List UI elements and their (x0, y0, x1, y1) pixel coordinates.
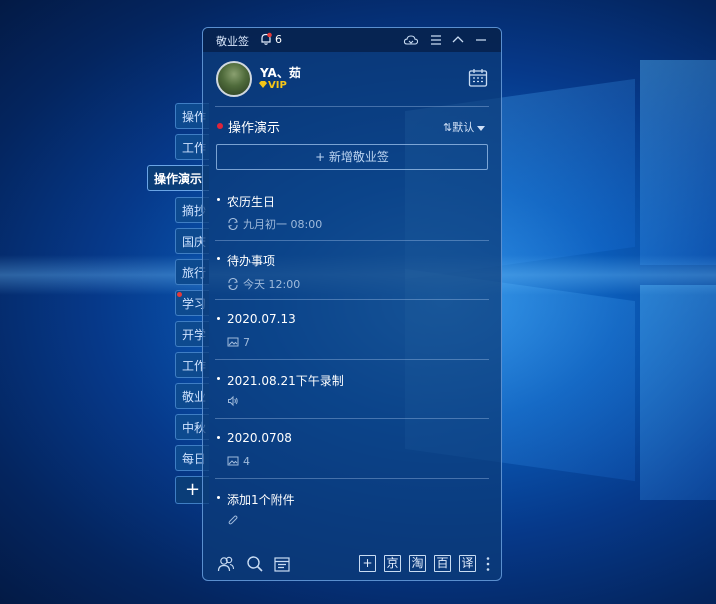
side-tab-active[interactable]: 操作演示 (147, 165, 209, 191)
image-icon (227, 337, 239, 347)
note-meta-2-text: 今天 12:00 (243, 278, 301, 291)
add-plugin-button[interactable]: + (359, 555, 376, 572)
note-title-2[interactable]: 待办事项 (227, 252, 275, 269)
baidu-shortcut-button[interactable]: 百 (434, 555, 451, 572)
notes-calendar-icon[interactable] (273, 555, 291, 573)
bottom-toolbar: + 京 淘 百 译 (203, 547, 501, 580)
header-divider (215, 106, 489, 107)
minimize-icon[interactable] (473, 32, 489, 48)
search-icon[interactable] (246, 555, 264, 573)
note-meta-1-text: 九月初一 08:00 (243, 218, 323, 231)
note-meta-3: 7 (227, 336, 250, 349)
item-bullet (217, 377, 220, 380)
sort-icon: ⇅ (443, 121, 453, 134)
audio-icon (228, 395, 238, 407)
item-bullet (217, 198, 220, 201)
notification-count: 6 (275, 33, 282, 46)
username: YA、茹 (260, 66, 301, 80)
collapse-icon[interactable] (450, 32, 466, 48)
repeat-icon (228, 278, 238, 290)
avatar[interactable] (216, 61, 252, 97)
note-title-4[interactable]: 2021.08.21下午录制 (227, 372, 344, 389)
note-title-5[interactable]: 2020.0708 (227, 431, 292, 445)
item-bullet (217, 496, 220, 499)
more-vertical-icon[interactable] (486, 556, 490, 572)
chevron-down-icon (477, 125, 486, 131)
note-meta-5: 4 (227, 455, 250, 468)
wallpaper-logo-pane-top-right (640, 60, 716, 265)
vip-badge: VIP (259, 80, 287, 91)
group-title: 操作演示 (228, 121, 281, 136)
repeat-icon (228, 218, 238, 230)
wallpaper-logo-pane-bottom-right (640, 285, 716, 500)
app-name: 敬业签 (216, 35, 249, 48)
diamond-icon (259, 81, 267, 88)
jd-shortcut-button[interactable]: 京 (384, 555, 401, 572)
note-meta-4 (227, 395, 243, 408)
contacts-icon[interactable] (217, 555, 235, 573)
translate-shortcut-button[interactable]: 译 (459, 555, 476, 572)
item-separator (215, 240, 489, 241)
note-title-3[interactable]: 2020.07.13 (227, 312, 296, 326)
note-meta-6 (227, 514, 243, 527)
image-icon (227, 456, 239, 466)
menu-icon[interactable] (428, 32, 444, 48)
note-meta-5-text: 4 (243, 455, 250, 468)
note-panel: 敬业签 6 YA、茹 VIP 操作演示 ⇅默认 + 新增敬业签 农历生日 九月初… (202, 27, 502, 581)
item-bullet (217, 317, 220, 320)
item-separator (215, 418, 489, 419)
sort-label: 默认 (452, 121, 475, 134)
item-bullet (217, 436, 220, 439)
note-meta-1: 九月初一 08:00 (227, 216, 322, 232)
item-separator (215, 299, 489, 300)
attachment-icon (228, 515, 238, 525)
group-color-dot (217, 123, 223, 129)
item-separator (215, 478, 489, 479)
new-note-button[interactable]: + 新增敬业签 (216, 144, 488, 170)
unread-dot (177, 292, 182, 297)
vip-label: VIP (268, 80, 287, 91)
taobao-shortcut-button[interactable]: 淘 (409, 555, 426, 572)
item-bullet (217, 257, 220, 260)
title-bar: 敬业签 6 (203, 28, 501, 52)
bell-icon[interactable] (259, 32, 273, 46)
item-separator (215, 359, 489, 360)
cloud-sync-icon[interactable] (403, 32, 419, 48)
note-meta-3-text: 7 (243, 336, 250, 349)
note-meta-2: 今天 12:00 (227, 276, 300, 292)
sort-dropdown[interactable]: ⇅默认 (443, 119, 486, 135)
note-title-1[interactable]: 农历生日 (227, 193, 275, 210)
note-title-6[interactable]: 添加1个附件 (227, 491, 295, 508)
calendar-icon[interactable] (468, 68, 488, 88)
